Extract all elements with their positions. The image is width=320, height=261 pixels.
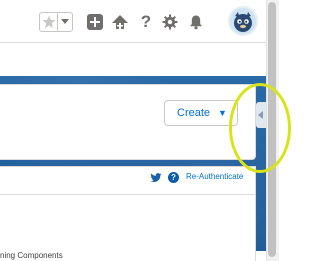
star-icon [42,15,56,28]
astro-avatar-icon [234,12,252,32]
favorites-menu-button[interactable] [57,13,72,31]
plus-icon [87,14,103,30]
side-panel-toggle[interactable] [256,102,266,128]
twitter-icon[interactable] [150,172,162,184]
window-edge [279,0,300,261]
gear-icon [162,14,178,30]
favorites-button-group [39,12,73,32]
chevron-left-icon [258,111,263,119]
help-circle-icon[interactable]: ? [168,172,179,183]
caret-down-icon: ▼ [218,108,227,118]
user-avatar[interactable] [228,6,258,36]
notifications-button[interactable] [186,12,206,32]
bell-icon [190,15,202,30]
favorite-star-button[interactable] [40,13,57,31]
question-icon: ? [140,12,152,31]
create-button[interactable]: Create ▼ [164,100,238,126]
global-actions-button[interactable] [85,12,105,32]
trailhead-button[interactable] [110,12,130,32]
setup-button[interactable] [160,12,180,32]
global-header: ? [0,0,266,43]
re-authenticate-link[interactable]: Re-Authenticate [186,172,243,181]
help-button[interactable]: ? [136,12,156,32]
page-scrollbar-thumb[interactable] [268,2,276,257]
card-divider [0,194,256,195]
create-button-label: Create [177,107,211,119]
caret-down-icon [61,19,70,24]
trailhead-icon [112,15,128,29]
components-label: ning Components [0,251,63,260]
